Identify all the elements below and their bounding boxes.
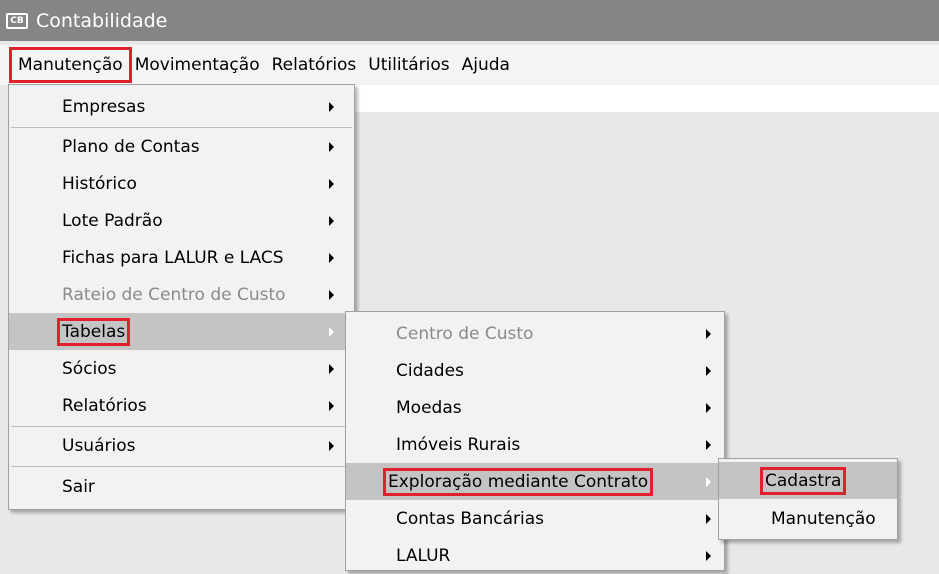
menu-item-label: LALUR xyxy=(396,545,451,566)
menu-item-label: Sócios xyxy=(62,358,117,379)
content-area xyxy=(355,85,939,112)
submenu-arrow-icon xyxy=(329,252,334,263)
menu-item-label: Fichas para LALUR e LACS xyxy=(62,247,284,268)
menu-item-empresas[interactable]: Empresas xyxy=(9,88,354,125)
submenu-arrow-icon xyxy=(706,550,711,561)
menu-item-cadastra[interactable]: Cadastra xyxy=(719,462,897,499)
menu-item-label: Exploração mediante Contrato xyxy=(382,467,654,496)
menu-item-label: Centro de Custo xyxy=(396,323,534,344)
submenu-arrow-icon xyxy=(706,476,711,487)
tabelas-submenu: Centro de Custo Cidades Moedas Imóveis R… xyxy=(345,311,725,571)
menu-item-label: Plano de Contas xyxy=(62,136,200,157)
submenu-arrow-icon xyxy=(706,328,711,339)
menu-item-rateio-centro-custo: Rateio de Centro de Custo xyxy=(9,276,354,313)
menu-item-historico[interactable]: Histórico xyxy=(9,165,354,202)
menu-item-socios[interactable]: Sócios xyxy=(9,350,354,387)
menu-item-relatorios[interactable]: Relatórios xyxy=(9,387,354,424)
menu-ajuda[interactable]: Ajuda xyxy=(456,50,516,80)
menu-item-lote-padrao[interactable]: Lote Padrão xyxy=(9,202,354,239)
manutencao-dropdown: Empresas Plano de Contas Histórico Lote … xyxy=(8,84,355,510)
menu-item-usuarios[interactable]: Usuários xyxy=(9,427,354,464)
menu-item-cidades[interactable]: Cidades xyxy=(346,352,724,389)
menu-item-label: Histórico xyxy=(62,173,137,194)
menu-item-contas-bancarias[interactable]: Contas Bancárias xyxy=(346,500,724,537)
menu-item-label: Contas Bancárias xyxy=(396,508,544,529)
menu-item-label: Relatórios xyxy=(62,395,147,416)
menu-utilitarios[interactable]: Utilitários xyxy=(362,50,455,80)
title-bar: CB Contabilidade xyxy=(0,0,939,41)
menu-item-manutencao[interactable]: Manutenção xyxy=(719,500,897,537)
submenu-arrow-icon xyxy=(329,326,334,337)
menu-item-label: Usuários xyxy=(62,435,136,456)
menu-item-label: Rateio de Centro de Custo xyxy=(62,284,286,305)
menu-item-plano-de-contas[interactable]: Plano de Contas xyxy=(9,128,354,165)
menu-item-fichas-lalur-lacs[interactable]: Fichas para LALUR e LACS xyxy=(9,239,354,276)
menu-bar: Manutenção Movimentação Relatórios Utili… xyxy=(0,45,939,85)
menu-item-label: Cadastra xyxy=(759,466,847,495)
submenu-arrow-icon xyxy=(329,400,334,411)
menu-item-label: Sair xyxy=(62,476,95,497)
menu-item-exploracao-mediante-contrato[interactable]: Exploração mediante Contrato xyxy=(346,463,724,500)
submenu-arrow-icon xyxy=(706,365,711,376)
exploracao-submenu: Cadastra Manutenção xyxy=(718,458,898,540)
menu-item-label: Empresas xyxy=(62,96,146,117)
app-window-icon[interactable]: CB xyxy=(6,12,28,29)
menu-movimentacao[interactable]: Movimentação xyxy=(129,50,266,80)
menu-item-centro-de-custo: Centro de Custo xyxy=(346,315,724,352)
submenu-arrow-icon xyxy=(329,101,334,112)
menu-item-label: Imóveis Rurais xyxy=(396,434,521,455)
menu-item-sair[interactable]: Sair xyxy=(9,468,354,505)
menu-relatorios[interactable]: Relatórios xyxy=(266,50,363,80)
menu-separator xyxy=(11,466,352,467)
menu-item-tabelas[interactable]: Tabelas xyxy=(9,313,354,350)
menu-item-label: Tabelas xyxy=(56,317,131,346)
menu-item-label: Manutenção xyxy=(771,508,876,529)
submenu-arrow-icon xyxy=(706,439,711,450)
submenu-arrow-icon xyxy=(329,363,334,374)
menu-manutencao[interactable]: Manutenção xyxy=(9,47,132,83)
menu-item-label: Cidades xyxy=(396,360,464,381)
submenu-arrow-icon xyxy=(706,402,711,413)
submenu-arrow-icon xyxy=(329,440,334,451)
menu-item-label: Moedas xyxy=(396,397,462,418)
menu-item-lalur[interactable]: LALUR xyxy=(346,537,724,574)
submenu-arrow-icon xyxy=(706,513,711,524)
submenu-arrow-icon xyxy=(329,141,334,152)
submenu-arrow-icon xyxy=(329,178,334,189)
window-title: Contabilidade xyxy=(36,9,168,32)
submenu-arrow-icon xyxy=(329,215,334,226)
menu-item-moedas[interactable]: Moedas xyxy=(346,389,724,426)
menu-item-label: Lote Padrão xyxy=(62,210,163,231)
submenu-arrow-icon xyxy=(329,289,334,300)
menu-item-imoveis-rurais[interactable]: Imóveis Rurais xyxy=(346,426,724,463)
